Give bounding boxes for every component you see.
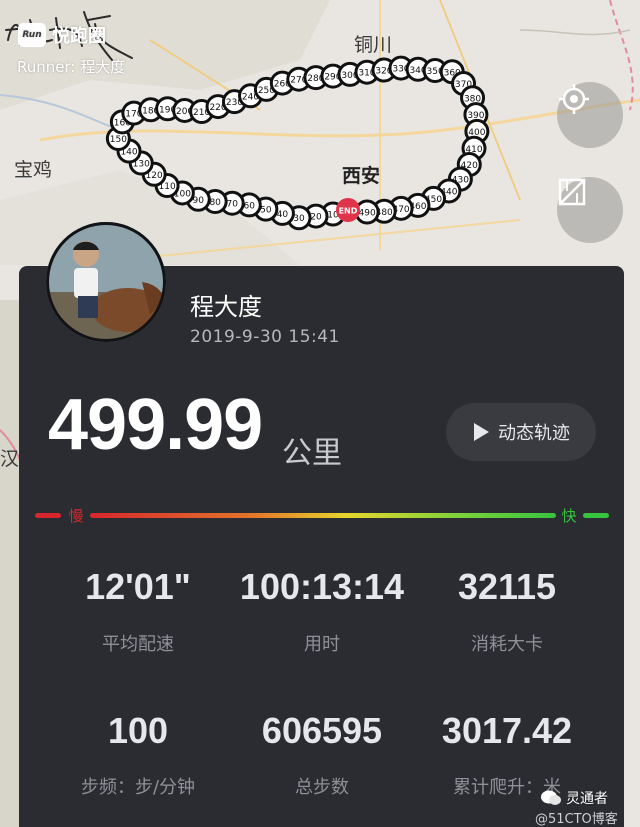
svg-text:20: 20 [310, 213, 322, 223]
stat-value-calories: 32115 [457, 566, 557, 607]
svg-text:150: 150 [110, 135, 127, 145]
watermark-source: @51CTO博客 [535, 812, 618, 827]
pace-fast-label: 快 [561, 507, 576, 525]
app-name: 悦跑圈 [52, 26, 106, 47]
runner-caption: Runner: 程大度 [17, 58, 126, 76]
stat-label-cadence: 步频：步/分钟 [80, 777, 196, 798]
map-layer-icon [558, 178, 586, 206]
avatar-photo [46, 222, 166, 342]
stat-label-duration: 用时 [304, 634, 340, 655]
svg-text:70: 70 [226, 200, 238, 210]
stat-value-elevation-gain: 3017.42 [441, 710, 573, 751]
stat-label-calories: 消耗大卡 [471, 634, 543, 655]
svg-text:END: END [339, 207, 358, 216]
svg-text:490: 490 [359, 209, 376, 219]
run-distance: 499.99 [48, 385, 263, 465]
city-label-baoji: 宝鸡 [14, 159, 53, 181]
run-datetime: 2019-9-30 15:41 [190, 327, 340, 347]
pace-slow-label: 慢 [68, 507, 83, 525]
stat-value-avg-pace: 12'01" [85, 566, 191, 607]
replay-track-label: 动态轨迹 [498, 423, 570, 444]
distance-unit: 公里 [282, 436, 342, 471]
stat-value-duration: 100:13:14 [239, 566, 405, 607]
app-logo-icon: Run [18, 23, 46, 47]
stat-label-total-steps: 总步数 [295, 777, 349, 798]
map-layer-button[interactable] [557, 177, 623, 243]
replay-track-button[interactable]: 动态轨迹 [446, 403, 596, 461]
watermark-name: 灵通者 [566, 791, 608, 807]
watermark: 灵通者 [540, 788, 608, 808]
city-label-xian: 西安 [342, 165, 381, 187]
locate-crosshair-icon [559, 84, 589, 114]
app-brand: Run 悦跑圈 [18, 22, 106, 48]
stat-label-avg-pace: 平均配速 [102, 634, 174, 655]
svg-text:80: 80 [209, 198, 221, 208]
user-name: 程大度 [190, 293, 262, 321]
svg-text:60: 60 [244, 201, 256, 211]
end-marker: END [336, 198, 360, 222]
avatar[interactable] [46, 222, 166, 342]
pace-gradient-bar: 慢 快 [35, 507, 609, 525]
svg-text:30: 30 [293, 214, 305, 224]
stat-value-cadence: 100 [107, 710, 169, 751]
play-icon [474, 423, 489, 441]
city-label-tongchuan: 铜川 [354, 34, 393, 56]
wechat-icon [541, 790, 561, 805]
locate-button[interactable] [557, 82, 623, 148]
svg-text:90: 90 [193, 196, 205, 206]
stat-value-total-steps: 606595 [261, 710, 383, 751]
svg-text:40: 40 [277, 210, 289, 220]
svg-text:50: 50 [260, 206, 272, 216]
